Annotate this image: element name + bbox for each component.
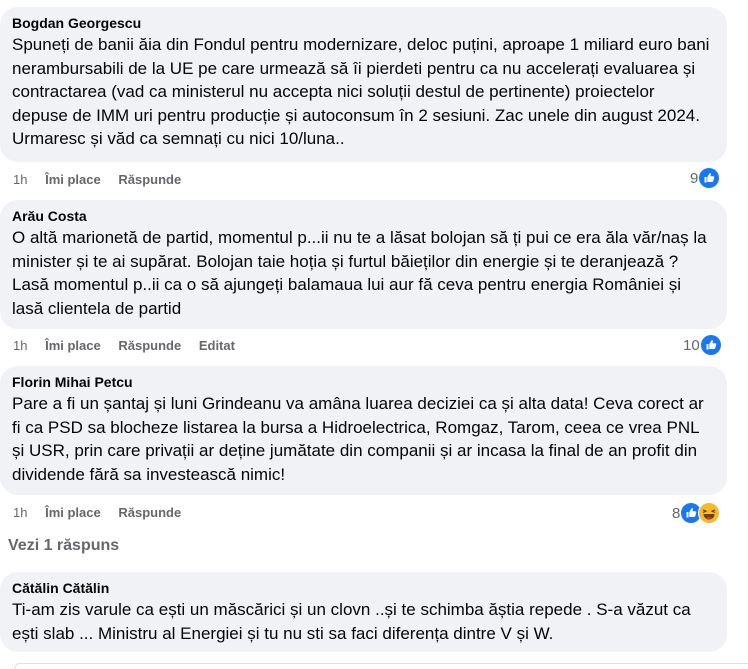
comment-bubble: Bogdan Georgescu Spuneți de banii ăia di… [0,7,727,162]
like-thumb-icon [700,335,721,355]
reaction-summary[interactable]: 10 [683,335,721,355]
like-button[interactable]: Îmi place [45,505,101,520]
reaction-count: 10 [683,336,700,354]
comment-author[interactable]: Bogdan Georgescu [12,14,715,32]
comment-bubble: Florin Mihai Petcu Pare a fi un șantaj ș… [0,366,727,495]
reaction-count: 8 [672,504,681,522]
view-replies-link[interactable]: Vezi 1 răspuns [8,537,119,555]
reaction-count: 9 [690,169,699,187]
comment-time[interactable]: 1h [13,172,27,187]
comment-text: Pare a fi un șantaj și luni Grindeanu va… [12,394,704,484]
comment-time[interactable]: 1h [13,505,27,520]
comment-author[interactable]: Arău Costa [12,207,715,225]
like-button[interactable]: Îmi place [45,338,101,353]
comment-author[interactable]: Cătălin Cătălin [12,579,715,597]
comment-bubble: Cătălin Cătălin Ti-am zis varule ca ești… [0,572,727,652]
comment-text: Spuneți de banii ăia din Fondul pentru m… [12,35,710,148]
comment-actions: 1h Îmi place Răspunde [13,505,195,520]
like-thumb-icon [699,168,720,188]
reply-button[interactable]: Răspunde [118,505,181,520]
composer-edge [14,663,748,669]
reaction-summary[interactable]: 8 [672,502,721,524]
edited-label[interactable]: Editat [199,338,235,353]
comment-text: O altă marionetă de partid, momentul p..… [12,228,707,318]
haha-emoji-icon [698,502,721,524]
reaction-summary[interactable]: 9 [690,168,720,188]
like-button[interactable]: Îmi place [45,172,101,187]
reply-button[interactable]: Răspunde [118,172,181,187]
comment-bubble: Arău Costa O altă marionetă de partid, m… [0,200,727,329]
comment-actions: 1h Îmi place Răspunde Editat [13,338,249,353]
comment-author[interactable]: Florin Mihai Petcu [12,373,715,391]
comment-actions: 1h Îmi place Răspunde [13,172,195,187]
comment-time[interactable]: 1h [13,338,27,353]
reply-button[interactable]: Răspunde [118,338,181,353]
comment-text: Ti-am zis varule ca ești un măscărici și… [12,600,691,643]
